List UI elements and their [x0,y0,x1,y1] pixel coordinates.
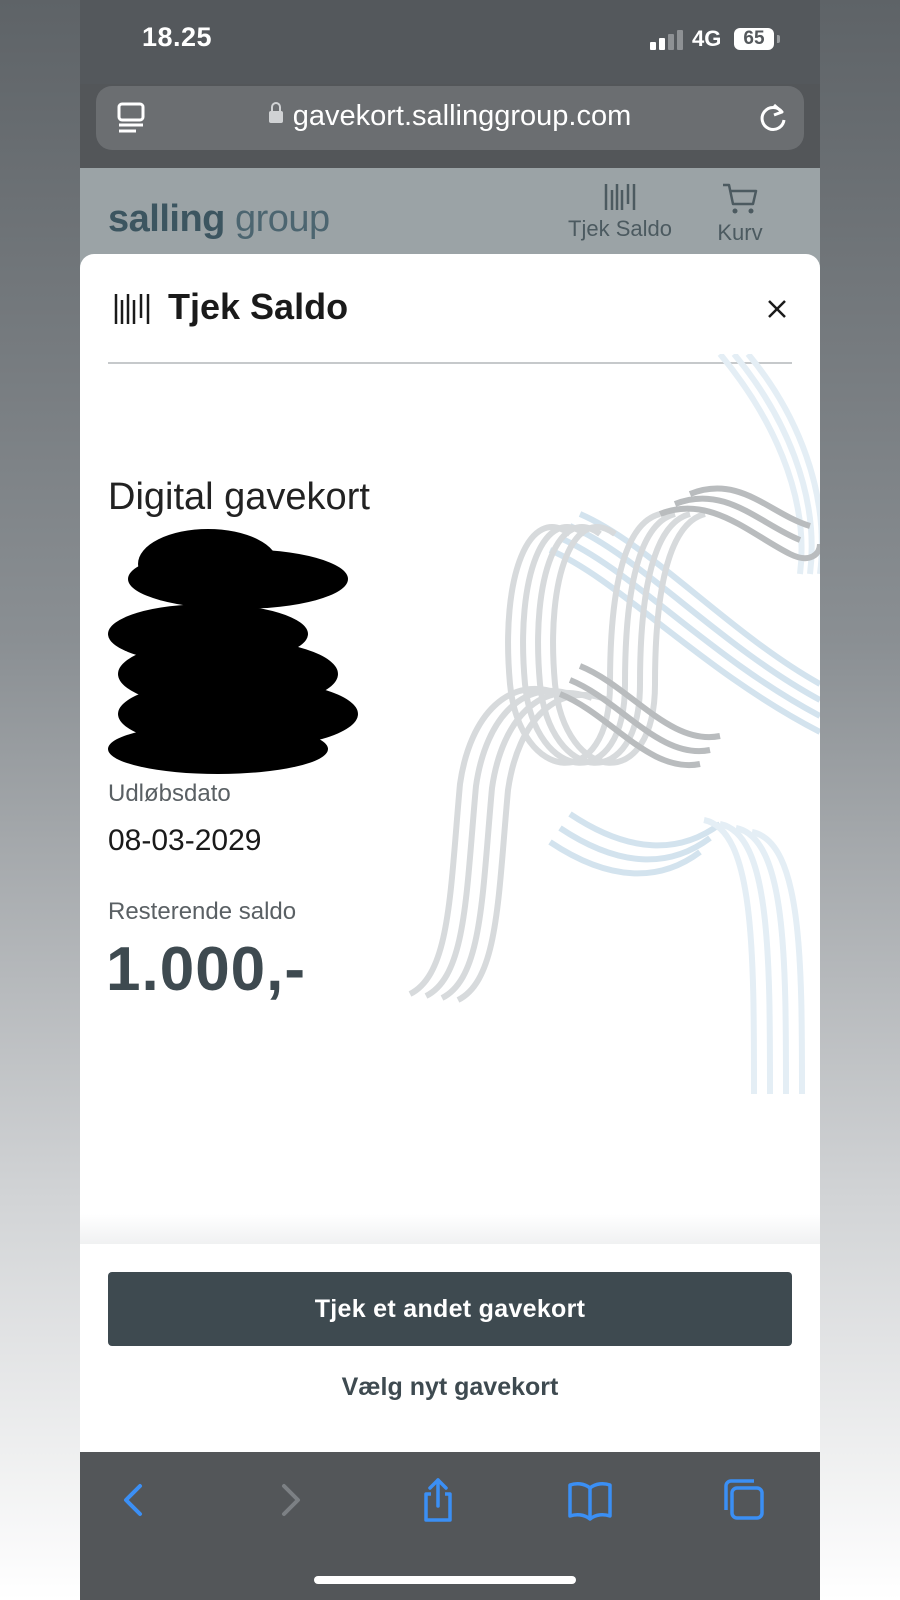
bookmarks-icon[interactable] [566,1476,614,1524]
battery-level: 65 [743,28,765,49]
nav-label-tjek-saldo: Tjek Saldo [568,216,672,241]
status-bar: 18.25 4G 65 [80,0,820,84]
url-host: gavekort.sallinggroup.com [292,100,632,132]
redaction-scribble [108,529,358,774]
nav-label-kurv: Kurv [717,220,763,245]
status-time: 18.25 [142,22,213,52]
back-icon[interactable] [110,1476,158,1524]
footer-divider [80,1214,820,1244]
modal-header: Tjek Saldo [108,282,792,364]
logo-light: group [234,198,330,240]
logo-bold: salling [108,198,225,240]
battery-tip [777,35,780,43]
card-type: Digital gavekort [108,476,370,518]
close-icon[interactable] [762,294,792,324]
expiry-label: Udløbsdato [108,780,231,807]
ribbon-decoration [408,354,820,1095]
balance-label: Resterende saldo [108,898,297,925]
cart-icon [723,183,758,214]
browser-toolbar [80,1452,820,1600]
letterbox-right [820,0,900,1600]
nav-tjek-saldo[interactable]: Tjek Saldo [560,182,680,242]
lock-icon [268,102,283,123]
barcode-icon [604,184,636,210]
modal-title: Tjek Saldo [168,286,349,327]
tabs-icon[interactable] [720,1476,768,1524]
url-text[interactable]: gavekort.sallinggroup.com [96,100,804,133]
nav-kurv[interactable]: Kurv [700,182,780,246]
cellular-signal-icon [650,30,684,50]
phone-screen: 18.25 4G 65 gavekort.sallinggroup.com sa… [80,0,820,1600]
share-icon[interactable] [414,1476,462,1524]
home-indicator [314,1576,576,1584]
salling-group-logo[interactable]: salling group [108,198,330,241]
site-header: salling group Tjek Saldo Kurv [80,168,820,268]
reload-icon[interactable] [756,100,790,134]
forward-icon[interactable] [266,1476,314,1524]
expiry-value: 08-03-2029 [108,824,262,857]
balance-value: 1.000,- [106,935,307,1004]
letterbox-left [0,0,80,1600]
battery-icon: 65 [734,28,774,50]
network-type: 4G [692,26,722,51]
balance-modal: Tjek Saldo Digital gavekort Udløbsdato 0… [80,254,820,1452]
barcode-icon [114,294,150,324]
check-another-card-button[interactable]: Tjek et andet gavekort [108,1272,792,1346]
address-bar[interactable]: gavekort.sallinggroup.com [96,86,804,150]
choose-new-card-button[interactable]: Vælg nyt gavekort [108,1362,792,1412]
